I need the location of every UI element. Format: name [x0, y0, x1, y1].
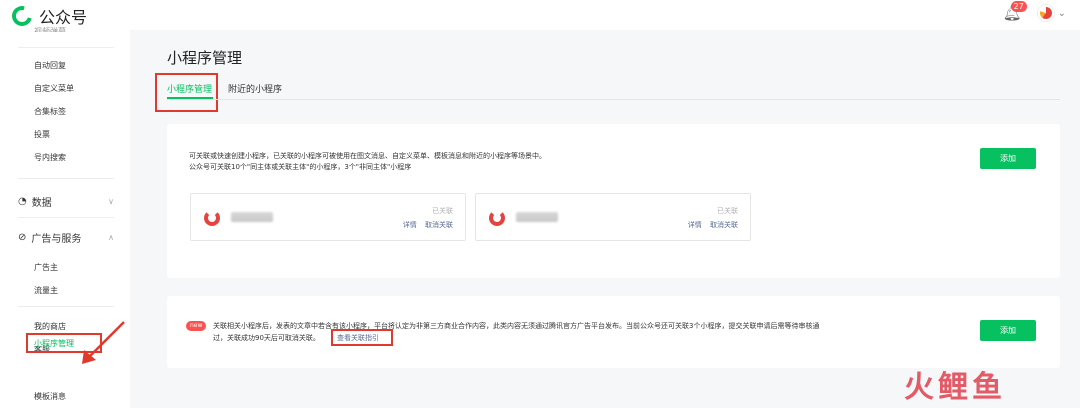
- annotation-arrow-icon: [82, 321, 125, 364]
- detail-link[interactable]: 详情: [403, 221, 417, 229]
- app-logo[interactable]: 公众号: [8, 2, 88, 30]
- sidebar-group-data[interactable]: ◔ 数据 ∨: [18, 194, 114, 209]
- sidebar-divider: [18, 217, 114, 218]
- tab-miniprogram-manage[interactable]: 小程序管理: [167, 82, 212, 95]
- detail-link[interactable]: 详情: [688, 221, 702, 229]
- top-bar: 公众号 🔔︎ 27 ⌄: [0, 0, 1080, 30]
- status-badge: 已关联: [717, 207, 738, 215]
- chevron-down-icon: ∨: [108, 197, 114, 206]
- sidebar-item[interactable]: 合集标签: [34, 106, 66, 117]
- sidebar-item[interactable]: 广告主: [34, 262, 58, 273]
- notice-line1: 关联相关小程序后，发表的文章中若含有该小程序，平台将认定为非第三方商业合作内容，…: [213, 322, 820, 330]
- notification-badge: 27: [1010, 1, 1027, 12]
- miniprogram-actions: 详情 取消关联: [682, 220, 738, 230]
- miniprogram-item: 已关联 详情 取消关联: [475, 193, 751, 241]
- sidebar-item[interactable]: 流量主: [34, 285, 58, 296]
- miniprogram-actions: 详情 取消关联: [397, 220, 453, 230]
- miniprogram-logo-icon: [489, 210, 505, 226]
- tab-divider: [167, 99, 1060, 100]
- chart-icon: ◔: [18, 196, 27, 207]
- sidebar-item[interactable]: 自动回复: [34, 60, 66, 71]
- sidebar-item[interactable]: 模板消息: [34, 391, 66, 402]
- sidebar-group-label: 广告与服务: [31, 234, 82, 245]
- miniprogram-name-blurred: [231, 212, 273, 222]
- sidebar-item[interactable]: 我的商店: [34, 321, 66, 332]
- sidebar-item[interactable]: 号内搜索: [34, 152, 66, 163]
- notice-card: new 关联相关小程序后，发表的文章中若含有该小程序，平台将认定为非第三方商业合…: [167, 296, 1060, 368]
- watermark-logo: 火鲤鱼: [904, 370, 1006, 405]
- page-title: 小程序管理: [167, 49, 243, 67]
- unlink-link[interactable]: 取消关联: [425, 221, 453, 229]
- ads-icon: ⊘: [18, 232, 27, 243]
- card-description-line1: 可关联或快速创建小程序，已关联的小程序可被使用在图文消息、自定义菜单、模板消息和…: [189, 152, 546, 160]
- guide-link-highlight: 查看关联指引: [331, 329, 393, 346]
- sidebar-group-label: 数据: [31, 198, 52, 209]
- card-description-line2: 公众号可关联10个"同主体或关联主体"的小程序，3个"非同主体"小程序: [189, 163, 412, 171]
- sidebar-group-ads[interactable]: ⊘ 广告与服务 ∧: [18, 230, 114, 245]
- new-badge: new: [186, 321, 207, 331]
- add-miniprogram-button-2[interactable]: 添加: [980, 320, 1036, 341]
- avatar[interactable]: [1037, 5, 1054, 21]
- notice-line2: 过，关联成功90天后可取消关联。: [213, 334, 320, 342]
- app-title: 公众号: [39, 8, 88, 27]
- linked-miniprograms-card: 可关联或快速创建小程序，已关联的小程序可被使用在图文消息、自定义菜单、模板消息和…: [167, 124, 1060, 278]
- miniprogram-name-blurred: [516, 212, 558, 222]
- sidebar-divider: [18, 306, 114, 307]
- add-miniprogram-button[interactable]: 添加: [980, 148, 1036, 169]
- sidebar-divider: [18, 178, 114, 179]
- sidebar-item[interactable]: 自定义菜单: [34, 83, 74, 94]
- sidebar-item-label: 小程序管理: [34, 339, 74, 348]
- miniprogram-item: 已关联 详情 取消关联: [190, 193, 466, 241]
- unlink-link[interactable]: 取消关联: [710, 221, 738, 229]
- chevron-up-icon: ∧: [108, 233, 114, 242]
- sidebar-divider: [18, 47, 114, 48]
- chevron-down-icon[interactable]: ⌄: [1058, 8, 1066, 19]
- tab-nearby-miniprogram[interactable]: 附近的小程序: [228, 82, 282, 95]
- miniprogram-logo-icon: [204, 210, 220, 226]
- sidebar-item-partial[interactable]: 视频弹幕: [34, 26, 66, 32]
- top-right-controls: 🔔︎ 27 ⌄: [1003, 1, 1066, 22]
- wechat-logo-icon: [8, 2, 36, 30]
- notification-bell[interactable]: 🔔︎ 27: [1003, 1, 1027, 22]
- sidebar-item[interactable]: 投票: [34, 129, 50, 140]
- view-guide-link[interactable]: 查看关联指引: [337, 333, 379, 343]
- status-badge: 已关联: [432, 207, 453, 215]
